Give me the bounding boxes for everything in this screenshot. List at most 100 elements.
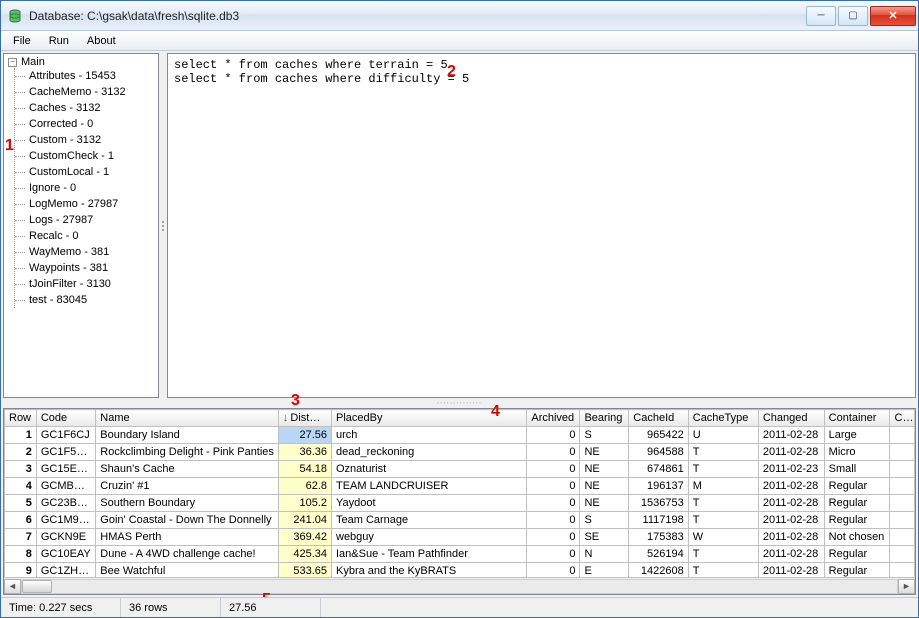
cell-dist[interactable]: 425.34 xyxy=(278,546,331,563)
cell-changed[interactable]: 2011-02-28 xyxy=(758,495,824,512)
cell-row[interactable]: 9 xyxy=(5,563,37,578)
tree-item[interactable]: CacheMemo - 3132 xyxy=(15,84,154,100)
tree-pane[interactable]: − Main Attributes - 15453CacheMemo - 313… xyxy=(3,53,159,398)
cell-placedby[interactable]: Team Carnage xyxy=(332,512,527,529)
tree-item[interactable]: Ignore - 0 xyxy=(15,180,154,196)
horizontal-splitter[interactable]: ∙∙∙∙∙∙∙∙∙∙∙∙∙∙ xyxy=(3,400,916,406)
cell-dist[interactable]: 533.65 xyxy=(278,563,331,578)
cell-cou[interactable] xyxy=(890,563,915,578)
cell-dist[interactable]: 27.56 xyxy=(278,427,331,444)
cell-code[interactable]: GC1M9AJ xyxy=(36,512,95,529)
cell-changed[interactable]: 2011-02-28 xyxy=(758,444,824,461)
cell-cacheid[interactable]: 1117198 xyxy=(629,512,688,529)
cell-changed[interactable]: 2011-02-28 xyxy=(758,563,824,578)
cell-code[interactable]: GC10EAY xyxy=(36,546,95,563)
cell-dist[interactable]: 54.18 xyxy=(278,461,331,478)
table-row[interactable]: 1GC1F6CJBoundary Island27.56urch0S965422… xyxy=(5,427,915,444)
cell-archived[interactable]: 0 xyxy=(527,546,580,563)
sql-editor[interactable]: select * from caches where terrain = 5 s… xyxy=(167,53,916,398)
cell-cachetype[interactable]: T xyxy=(688,563,758,578)
cell-cachetype[interactable]: T xyxy=(688,512,758,529)
cell-row[interactable]: 3 xyxy=(5,461,37,478)
tree-item[interactable]: LogMemo - 27987 xyxy=(15,196,154,212)
cell-code[interactable]: GC1F5GN xyxy=(36,444,95,461)
cell-cacheid[interactable]: 1536753 xyxy=(629,495,688,512)
cell-row[interactable]: 2 xyxy=(5,444,37,461)
cell-cacheid[interactable]: 175383 xyxy=(629,529,688,546)
cell-changed[interactable]: 2011-02-28 xyxy=(758,546,824,563)
cell-row[interactable]: 6 xyxy=(5,512,37,529)
cell-placedby[interactable]: Oznaturist xyxy=(332,461,527,478)
cell-name[interactable]: HMAS Perth xyxy=(96,529,279,546)
scroll-track[interactable] xyxy=(21,579,898,594)
column-header-row[interactable]: Row xyxy=(5,410,37,427)
cell-name[interactable]: Dune - A 4WD challenge cache! xyxy=(96,546,279,563)
cell-code[interactable]: GCKN9E xyxy=(36,529,95,546)
table-row[interactable]: 3GC15E1MShaun's Cache54.18Oznaturist0NE6… xyxy=(5,461,915,478)
maximize-button[interactable]: ▢ xyxy=(838,6,868,26)
cell-container[interactable]: Regular xyxy=(824,478,890,495)
tree-item[interactable]: CustomLocal - 1 xyxy=(15,164,154,180)
cell-bearing[interactable]: NE xyxy=(580,461,629,478)
cell-cacheid[interactable]: 674861 xyxy=(629,461,688,478)
cell-dist[interactable]: 62.8 xyxy=(278,478,331,495)
cell-cou[interactable] xyxy=(890,512,915,529)
cell-container[interactable]: Regular xyxy=(824,512,890,529)
scroll-left-button[interactable]: ◄ xyxy=(4,579,21,594)
cell-cou[interactable] xyxy=(890,478,915,495)
cell-cacheid[interactable]: 1422608 xyxy=(629,563,688,578)
column-header-container[interactable]: Container xyxy=(824,410,890,427)
cell-archived[interactable]: 0 xyxy=(527,512,580,529)
tree-item[interactable]: Custom - 3132 xyxy=(15,132,154,148)
cell-archived[interactable]: 0 xyxy=(527,563,580,578)
cell-placedby[interactable]: TEAM LANDCRUISER xyxy=(332,478,527,495)
cell-cou[interactable] xyxy=(890,461,915,478)
cell-changed[interactable]: 2011-02-28 xyxy=(758,529,824,546)
cell-cacheid[interactable]: 196137 xyxy=(629,478,688,495)
cell-name[interactable]: Shaun's Cache xyxy=(96,461,279,478)
column-header-name[interactable]: Name xyxy=(96,410,279,427)
table-row[interactable]: 4GCMBWYCruzin' #162.8TEAM LANDCRUISER0NE… xyxy=(5,478,915,495)
cell-row[interactable]: 8 xyxy=(5,546,37,563)
cell-container[interactable]: Micro xyxy=(824,444,890,461)
tree-item[interactable]: Logs - 27987 xyxy=(15,212,154,228)
column-header-bearing[interactable]: Bearing xyxy=(580,410,629,427)
tree-item[interactable]: Corrected - 0 xyxy=(15,116,154,132)
cell-bearing[interactable]: N xyxy=(580,546,629,563)
cell-cachetype[interactable]: T xyxy=(688,444,758,461)
cell-bearing[interactable]: SE xyxy=(580,529,629,546)
table-row[interactable]: 9GC1ZH4GBee Watchful533.65Kybra and the … xyxy=(5,563,915,578)
cell-name[interactable]: Bee Watchful xyxy=(96,563,279,578)
menu-file[interactable]: File xyxy=(5,33,39,49)
cell-bearing[interactable]: NE xyxy=(580,444,629,461)
cell-placedby[interactable]: dead_reckoning xyxy=(332,444,527,461)
cell-changed[interactable]: 2011-02-28 xyxy=(758,512,824,529)
cell-code[interactable]: GC15E1M xyxy=(36,461,95,478)
vertical-splitter[interactable] xyxy=(161,53,165,398)
cell-code[interactable]: GCMBWY xyxy=(36,478,95,495)
titlebar[interactable]: Database: C:\gsak\data\fresh\sqlite.db3 … xyxy=(1,1,918,31)
column-header-cou[interactable]: Cou xyxy=(890,410,915,427)
column-header-code[interactable]: Code xyxy=(36,410,95,427)
cell-placedby[interactable]: urch xyxy=(332,427,527,444)
cell-container[interactable]: Regular xyxy=(824,546,890,563)
table-row[interactable]: 6GC1M9AJGoin' Coastal - Down The Donnell… xyxy=(5,512,915,529)
cell-placedby[interactable]: Yaydoot xyxy=(332,495,527,512)
cell-container[interactable]: Regular xyxy=(824,495,890,512)
cell-bearing[interactable]: NE xyxy=(580,495,629,512)
cell-cacheid[interactable]: 526194 xyxy=(629,546,688,563)
tree-root[interactable]: − Main xyxy=(8,56,154,68)
cell-archived[interactable]: 0 xyxy=(527,478,580,495)
cell-name[interactable]: Boundary Island xyxy=(96,427,279,444)
column-header-archived[interactable]: Archived xyxy=(527,410,580,427)
menu-run[interactable]: Run xyxy=(41,33,77,49)
cell-placedby[interactable]: Ian&Sue - Team Pathfinder xyxy=(332,546,527,563)
cell-archived[interactable]: 0 xyxy=(527,495,580,512)
cell-changed[interactable]: 2011-02-28 xyxy=(758,427,824,444)
table-row[interactable]: 2GC1F5GNRockclimbing Delight - Pink Pant… xyxy=(5,444,915,461)
cell-cachetype[interactable]: T xyxy=(688,461,758,478)
menu-about[interactable]: About xyxy=(79,33,124,49)
cell-container[interactable]: Not chosen xyxy=(824,529,890,546)
cell-bearing[interactable]: S xyxy=(580,512,629,529)
tree-item[interactable]: test - 83045 xyxy=(15,292,154,308)
